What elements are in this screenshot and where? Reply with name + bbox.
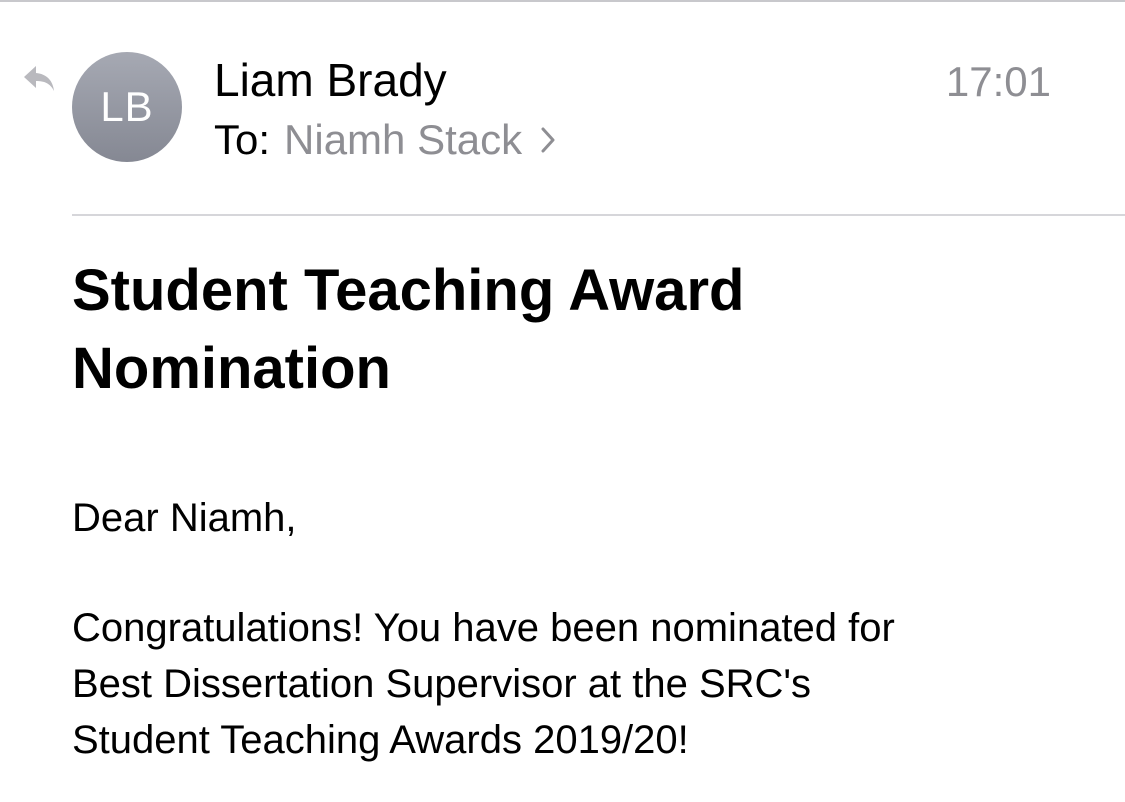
chevron-right-icon[interactable] <box>540 126 556 154</box>
message-time: 17:01 <box>945 58 1051 105</box>
avatar[interactable]: LB <box>72 52 182 162</box>
greeting: Dear Niamh, <box>72 496 297 540</box>
recipient-line[interactable]: To: Niamh Stack <box>214 114 556 166</box>
top-divider <box>0 0 1125 2</box>
recipient-name[interactable]: Niamh Stack <box>284 114 522 166</box>
reply-arrow-icon[interactable] <box>22 64 56 94</box>
body-line: Congratulations! You have been nominated… <box>72 606 895 650</box>
body-line: Best Dissertation Supervisor at the SRC'… <box>72 662 812 706</box>
body-line: Student Teaching Awards 2019/20! <box>72 718 689 762</box>
header-separator <box>72 214 1125 216</box>
body-paragraph: Congratulations! You have been nominated… <box>72 600 1092 768</box>
email-body: Dear Niamh, Congratulations! You have be… <box>72 490 1092 768</box>
to-label: To: <box>214 116 271 163</box>
email-message-view: LB Liam Brady 17:01 To: Niamh Stack Stud… <box>0 0 1125 802</box>
sender-name[interactable]: Liam Brady <box>214 52 447 108</box>
subject-line: Student Teaching Award <box>72 258 745 323</box>
avatar-initials: LB <box>100 83 154 130</box>
email-subject: Student Teaching Award Nomination <box>72 252 1072 408</box>
subject-line: Nomination <box>72 336 391 401</box>
